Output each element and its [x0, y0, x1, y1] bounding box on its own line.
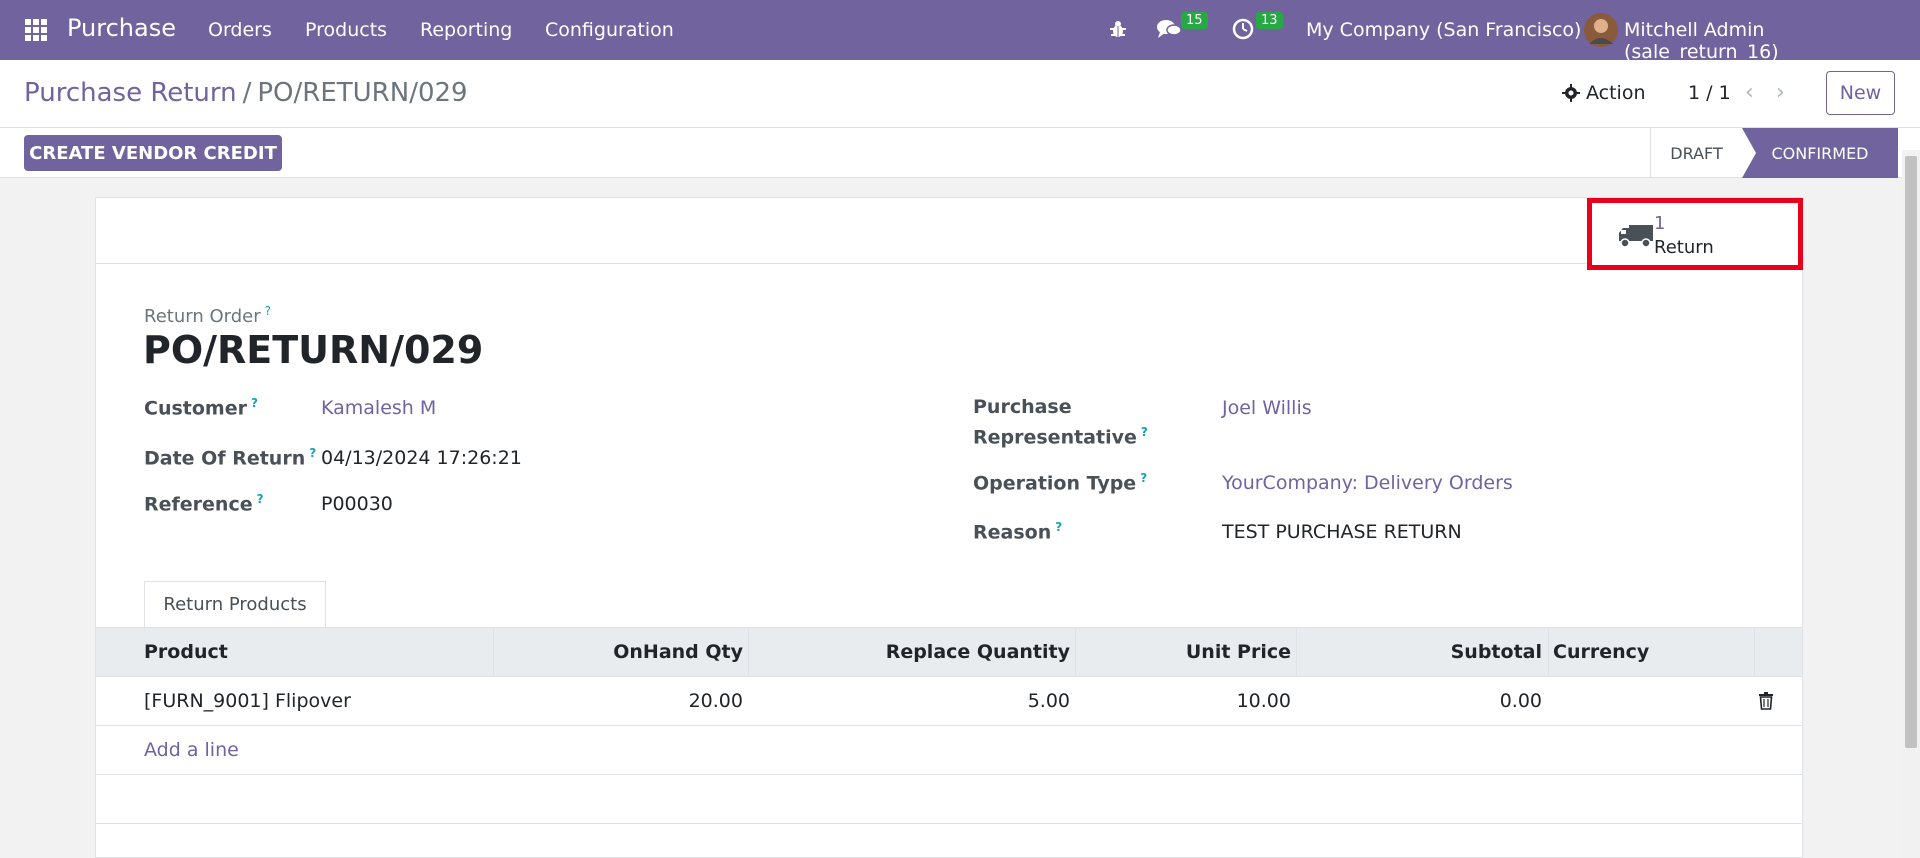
stage-confirmed[interactable]: CONFIRMED: [1742, 128, 1898, 178]
action-label: Action: [1586, 82, 1646, 104]
menu-orders[interactable]: Orders: [208, 19, 272, 41]
avatar[interactable]: [1583, 12, 1619, 48]
scrollbar[interactable]: [1902, 150, 1920, 858]
add-line-link[interactable]: Add a line: [144, 726, 239, 774]
apps-menu-icon[interactable]: [25, 19, 47, 41]
action-button[interactable]: Action: [1562, 82, 1646, 104]
reason-label: Reason?: [973, 520, 1063, 544]
help-icon[interactable]: ?: [265, 304, 271, 318]
tab-return-products[interactable]: Return Products: [144, 581, 326, 628]
company-switcher[interactable]: My Company (San Francisco): [1306, 19, 1581, 41]
help-icon[interactable]: ?: [1055, 520, 1062, 534]
return-order-label: Return Order?: [144, 304, 271, 327]
help-icon[interactable]: ?: [1141, 425, 1148, 439]
control-panel: Purchase Return / PO/RETURN/029 Action 1 /…: [0, 60, 1920, 128]
new-button[interactable]: New: [1826, 71, 1895, 115]
column-product[interactable]: Product: [144, 628, 228, 676]
reference-label: Reference?: [144, 492, 264, 516]
button-box: [96, 198, 1802, 264]
return-label: Return: [1654, 237, 1714, 258]
purchase-representative-label-line1: Purchase: [973, 396, 1072, 418]
column-currency[interactable]: Currency: [1553, 628, 1649, 676]
purchase-representative-field[interactable]: Joel Willis: [1222, 397, 1312, 419]
user-menu[interactable]: Mitchell Admin (sale_return_16): [1624, 19, 1920, 63]
empty-row: [96, 775, 1802, 824]
add-line-row: Add a line: [96, 726, 1802, 775]
pager-previous-icon[interactable]: ‹: [1745, 80, 1754, 105]
menu-reporting[interactable]: Reporting: [420, 19, 512, 41]
cell-replace-quantity[interactable]: 5.00: [748, 677, 1070, 725]
purchase-representative-label-line2: Representative?: [973, 425, 1148, 449]
cell-product[interactable]: [FURN_9001] Flipover: [144, 677, 351, 725]
activity-count-badge: 13: [1256, 12, 1283, 29]
gear-icon: [1562, 84, 1580, 102]
chat-icon[interactable]: [1156, 18, 1182, 40]
reason-field[interactable]: TEST PURCHASE RETURN: [1222, 521, 1462, 543]
create-vendor-credit-button[interactable]: CREATE VENDOR CREDIT: [24, 135, 282, 171]
menu-products[interactable]: Products: [305, 19, 387, 41]
breadcrumb-current: PO/RETURN/029: [257, 78, 468, 108]
truck-icon: [1619, 225, 1653, 248]
breadcrumb: Purchase Return / PO/RETURN/029: [24, 78, 468, 108]
menu-configuration[interactable]: Configuration: [545, 19, 674, 41]
customer-field[interactable]: Kamalesh M: [321, 397, 436, 419]
operation-type-label: Operation Type?: [973, 471, 1148, 495]
date-of-return-field[interactable]: 04/13/2024 17:26:21: [321, 447, 522, 469]
cell-onhand-qty[interactable]: 20.00: [493, 677, 743, 725]
top-navbar: Purchase Orders Products Reporting Confi…: [0, 0, 1920, 63]
stage-draft[interactable]: DRAFT: [1650, 128, 1742, 178]
return-count: 1: [1654, 213, 1666, 234]
help-icon[interactable]: ?: [309, 446, 316, 460]
reference-field[interactable]: P00030: [321, 493, 393, 515]
column-replace-quantity[interactable]: Replace Quantity: [748, 628, 1070, 676]
pager-next-icon[interactable]: ›: [1776, 80, 1785, 105]
bug-icon[interactable]: [1108, 19, 1128, 39]
help-icon[interactable]: ?: [257, 492, 264, 506]
trash-icon[interactable]: [1759, 692, 1773, 710]
help-icon[interactable]: ?: [1140, 471, 1147, 485]
scrollbar-thumb[interactable]: [1905, 156, 1917, 748]
table-row[interactable]: [FURN_9001] Flipover 20.00 5.00 10.00 0.…: [96, 677, 1802, 726]
column-onhand-qty[interactable]: OnHand Qty: [493, 628, 743, 676]
column-divider: [1754, 628, 1755, 676]
clock-icon[interactable]: [1232, 18, 1254, 40]
chat-count-badge: 15: [1181, 12, 1208, 29]
cell-unit-price[interactable]: 10.00: [1075, 677, 1291, 725]
table-header: Product OnHand Qty Replace Quantity Unit…: [96, 627, 1802, 677]
return-smart-button[interactable]: 1 Return: [1587, 198, 1803, 270]
operation-type-field[interactable]: YourCompany: Delivery Orders: [1222, 472, 1513, 494]
app-name[interactable]: Purchase: [67, 14, 176, 42]
status-bar: CREATE VENDOR CREDIT DRAFT CONFIRMED: [0, 128, 1920, 178]
date-of-return-label: Date Of Return?: [144, 446, 317, 470]
customer-label: Customer?: [144, 396, 258, 420]
help-icon[interactable]: ?: [251, 396, 258, 410]
cell-subtotal[interactable]: 0.00: [1296, 677, 1542, 725]
breadcrumb-parent[interactable]: Purchase Return: [24, 78, 237, 108]
column-subtotal[interactable]: Subtotal: [1296, 628, 1542, 676]
form-sheet: 1 Return Return Order? PO/RETURN/029 Cus…: [95, 197, 1803, 858]
pager-value[interactable]: 1 / 1: [1688, 82, 1731, 104]
column-divider: [1548, 628, 1549, 676]
record-title: PO/RETURN/029: [143, 328, 484, 372]
column-unit-price[interactable]: Unit Price: [1075, 628, 1291, 676]
breadcrumb-separator: /: [242, 78, 252, 108]
